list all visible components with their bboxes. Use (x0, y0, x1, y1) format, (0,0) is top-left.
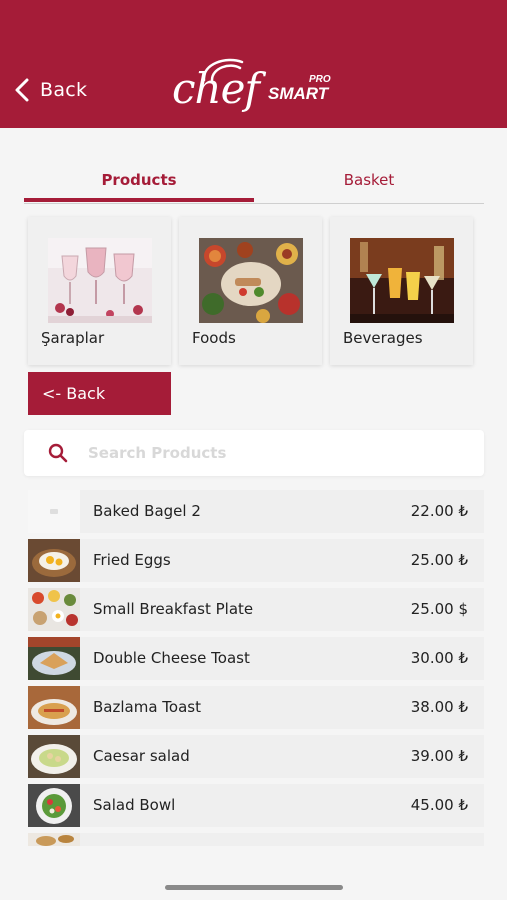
salad-bowl-photo (28, 784, 80, 827)
breakfast-plate-photo (28, 588, 80, 631)
tab-products[interactable]: Products (24, 162, 254, 202)
product-row[interactable]: Salad Bowl 45.00 ₺ (28, 784, 484, 827)
product-price: 25.00 ₺ (410, 551, 468, 569)
category-label: Foods (192, 329, 236, 347)
search-input[interactable] (88, 438, 468, 468)
bazlama-toast-photo (28, 686, 80, 729)
product-row[interactable]: Small Breakfast Plate 25.00 $ (28, 588, 484, 631)
home-indicator (165, 885, 343, 890)
product-name: Baked Bagel 2 (93, 502, 201, 520)
category-back-button[interactable]: <- Back (28, 372, 171, 415)
logo-chef-text: chef (172, 64, 260, 113)
product-row-partial[interactable] (28, 833, 484, 846)
product-list: Baked Bagel 2 22.00 ₺ Fried Eggs 25.00 ₺… (28, 490, 484, 846)
search-bar (24, 430, 484, 476)
product-name: Fried Eggs (93, 551, 171, 569)
product-name: Small Breakfast Plate (93, 600, 254, 618)
product-price: 25.00 $ (410, 600, 468, 618)
app-header: Back chef PRO SMART (0, 0, 507, 128)
fried-eggs-photo (28, 539, 80, 582)
product-row[interactable]: Caesar salad 39.00 ₺ (28, 735, 484, 778)
product-price: 38.00 ₺ (410, 698, 468, 716)
product-price: 39.00 ₺ (410, 747, 468, 765)
product-name: Salad Bowl (93, 796, 176, 814)
product-row[interactable]: Bazlama Toast 38.00 ₺ (28, 686, 484, 729)
cheese-toast-photo (28, 637, 80, 680)
category-card-beverages[interactable]: Beverages (330, 217, 473, 365)
caesar-salad-photo (28, 735, 80, 778)
category-card-wines[interactable]: Şaraplar (28, 217, 171, 365)
search-icon (48, 443, 68, 463)
product-name: Bazlama Toast (93, 698, 201, 716)
logo-smart-text: SMART (268, 84, 329, 103)
product-row[interactable]: Fried Eggs 25.00 ₺ (28, 539, 484, 582)
header-back-button[interactable]: Back (12, 75, 87, 105)
product-price: 30.00 ₺ (410, 649, 468, 667)
chevron-left-icon (15, 78, 29, 102)
header-back-label: Back (40, 79, 88, 101)
product-row[interactable]: Baked Bagel 2 22.00 ₺ (28, 490, 484, 533)
product-photo-partial (28, 833, 80, 846)
product-price: 22.00 ₺ (410, 502, 468, 520)
chefsmart-logo: chef PRO SMART (168, 54, 343, 120)
category-label: Şaraplar (41, 329, 105, 347)
food-platter-photo (199, 238, 303, 323)
product-name: Double Cheese Toast (93, 649, 250, 667)
cocktails-photo (350, 238, 454, 323)
category-card-foods[interactable]: Foods (179, 217, 322, 365)
product-placeholder-image (28, 490, 80, 533)
category-label: Beverages (343, 329, 423, 347)
product-price: 45.00 ₺ (410, 796, 468, 814)
product-row[interactable]: Double Cheese Toast 30.00 ₺ (28, 637, 484, 680)
tab-basket[interactable]: Basket (254, 162, 484, 200)
wine-glasses-photo (48, 238, 152, 323)
tab-bar: Products Basket (24, 162, 484, 204)
product-name: Caesar salad (93, 747, 190, 765)
